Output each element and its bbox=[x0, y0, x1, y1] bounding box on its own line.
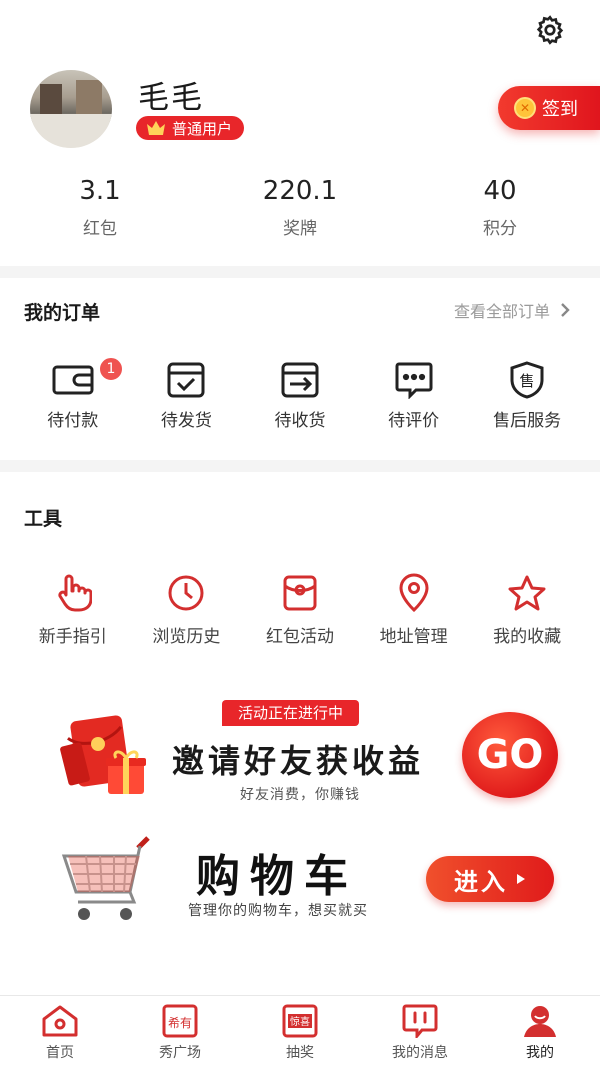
order-item-label: 待收货 bbox=[274, 411, 326, 431]
clock-icon bbox=[168, 575, 204, 611]
order-pending-review[interactable]: 待评价 bbox=[357, 360, 471, 440]
tool-label: 浏览历史 bbox=[152, 627, 221, 647]
tab-label: 首页 bbox=[46, 1045, 74, 1061]
svg-text:售: 售 bbox=[520, 372, 535, 390]
sign-in-button[interactable]: ✕ 签到 bbox=[498, 86, 600, 130]
order-pending-shipment[interactable]: 待发货 bbox=[130, 360, 244, 440]
shopping-cart-banner[interactable]: 购物车 管理你的购物车，想买就买 进入 bbox=[52, 832, 562, 932]
activity-status-tag: 活动正在进行中 bbox=[222, 700, 360, 726]
play-arrow-icon bbox=[517, 874, 525, 884]
order-item-label: 待付款 bbox=[47, 411, 99, 431]
coin-icon: ✕ bbox=[514, 97, 536, 119]
view-all-orders-link[interactable]: 查看全部订单 bbox=[454, 298, 570, 322]
orders-title: 我的订单 bbox=[24, 302, 101, 324]
order-after-sales[interactable]: 售 售后服务 bbox=[470, 360, 584, 440]
user-level-badge: 普通用户 bbox=[136, 116, 245, 140]
comment-icon bbox=[395, 362, 433, 399]
order-pending-payment[interactable]: 1 待付款 bbox=[16, 356, 130, 440]
tab-me[interactable]: 我的 bbox=[480, 996, 600, 1067]
avatar[interactable] bbox=[30, 70, 112, 148]
stats-row: 3.1 红包 220.1 奖牌 40 积分 bbox=[0, 172, 600, 252]
red-envelope-icon bbox=[283, 575, 317, 611]
box-arrow-icon bbox=[281, 362, 319, 398]
user-icon bbox=[524, 1006, 556, 1037]
tool-label: 新手指引 bbox=[38, 627, 107, 647]
invite-subtitle: 好友消费，你赚钱 bbox=[240, 787, 360, 803]
stat-label: 奖牌 bbox=[283, 219, 317, 239]
tool-address-management[interactable]: 地址管理 bbox=[357, 572, 471, 652]
home-icon bbox=[42, 1005, 78, 1037]
username: 毛毛 bbox=[138, 80, 204, 116]
tool-my-favorites[interactable]: 我的收藏 bbox=[470, 572, 584, 652]
cart-subtitle: 管理你的购物车，想买就买 bbox=[188, 903, 368, 919]
section-divider bbox=[0, 460, 600, 472]
settings-button[interactable] bbox=[532, 12, 568, 48]
tool-browse-history[interactable]: 浏览历史 bbox=[130, 572, 244, 652]
order-item-label: 待发货 bbox=[160, 411, 212, 431]
stat-medal[interactable]: 220.1 奖牌 bbox=[200, 172, 400, 252]
view-all-label: 查看全部订单 bbox=[453, 302, 550, 321]
stat-red-packet[interactable]: 3.1 红包 bbox=[0, 172, 200, 252]
wallet-icon bbox=[52, 365, 94, 395]
section-divider bbox=[0, 266, 600, 278]
tool-label: 地址管理 bbox=[379, 627, 448, 647]
sign-in-label: 签到 bbox=[542, 99, 578, 120]
tool-beginner-guide[interactable]: 新手指引 bbox=[16, 572, 130, 652]
svg-text:惊喜: 惊喜 bbox=[290, 1015, 310, 1028]
tab-lottery[interactable]: 惊喜 抽奖 bbox=[240, 996, 360, 1067]
svg-text:希有: 希有 bbox=[168, 1015, 192, 1030]
tab-label: 我的 bbox=[526, 1045, 554, 1061]
invite-friends-banner[interactable]: 活动正在进行中 邀请好友获收益 好友消费，你赚钱 GO bbox=[50, 700, 562, 812]
enter-cart-button[interactable]: 进入 bbox=[426, 856, 554, 902]
tool-label: 我的收藏 bbox=[493, 627, 562, 647]
location-pin-icon bbox=[399, 573, 429, 613]
lottery-icon: 惊喜 bbox=[282, 1004, 318, 1038]
order-count-badge: 1 bbox=[98, 356, 124, 382]
box-check-icon bbox=[167, 362, 205, 398]
order-item-label: 待评价 bbox=[388, 411, 440, 431]
enter-label: 进入 bbox=[454, 867, 508, 896]
tool-label: 红包活动 bbox=[265, 627, 334, 647]
crown-icon bbox=[147, 121, 165, 135]
stat-value: 220.1 bbox=[262, 176, 338, 206]
profile-header: 毛毛 普通用户 ✕ 签到 bbox=[30, 70, 600, 150]
tab-label: 秀广场 bbox=[159, 1045, 201, 1061]
stat-value: 40 bbox=[483, 176, 517, 206]
cart-title: 购物车 bbox=[196, 851, 358, 902]
stat-label: 红包 bbox=[83, 219, 117, 239]
tab-label: 抽奖 bbox=[286, 1045, 314, 1061]
user-level-label: 普通用户 bbox=[172, 119, 233, 138]
tab-messages[interactable]: 我的消息 bbox=[360, 996, 480, 1067]
message-icon bbox=[402, 1004, 438, 1038]
shield-icon: 售 bbox=[510, 361, 544, 399]
go-button[interactable]: GO bbox=[462, 712, 558, 798]
tools-row: 新手指引 浏览历史 红包活动 地址管理 我的收藏 bbox=[0, 572, 600, 652]
stat-points[interactable]: 40 积分 bbox=[400, 172, 600, 252]
order-pending-receipt[interactable]: 待收货 bbox=[243, 360, 357, 440]
order-item-label: 售后服务 bbox=[493, 411, 562, 431]
chevron-right-icon bbox=[561, 303, 570, 317]
shopping-cart-icon bbox=[61, 836, 150, 920]
tab-label: 我的消息 bbox=[392, 1045, 448, 1061]
order-status-row: 1 待付款 待发货 待收货 待评价 售 售后服务 bbox=[0, 356, 600, 440]
stat-value: 3.1 bbox=[79, 176, 121, 206]
show-square-icon: 希有 bbox=[162, 1004, 198, 1038]
tab-home[interactable]: 首页 bbox=[0, 996, 120, 1067]
tool-red-envelope[interactable]: 红包活动 bbox=[243, 572, 357, 652]
hand-pointer-icon bbox=[58, 574, 92, 612]
tab-show-square[interactable]: 希有 秀广场 bbox=[120, 996, 240, 1067]
gear-icon bbox=[536, 15, 564, 45]
red-envelope-gift-icon bbox=[60, 715, 146, 794]
tools-title: 工具 bbox=[24, 508, 63, 530]
star-icon bbox=[508, 575, 546, 611]
invite-title: 邀请好友获收益 bbox=[172, 742, 425, 780]
bottom-tab-bar: 首页 希有 秀广场 惊喜 抽奖 我的消息 我的 bbox=[0, 995, 600, 1067]
stat-label: 积分 bbox=[483, 219, 517, 239]
